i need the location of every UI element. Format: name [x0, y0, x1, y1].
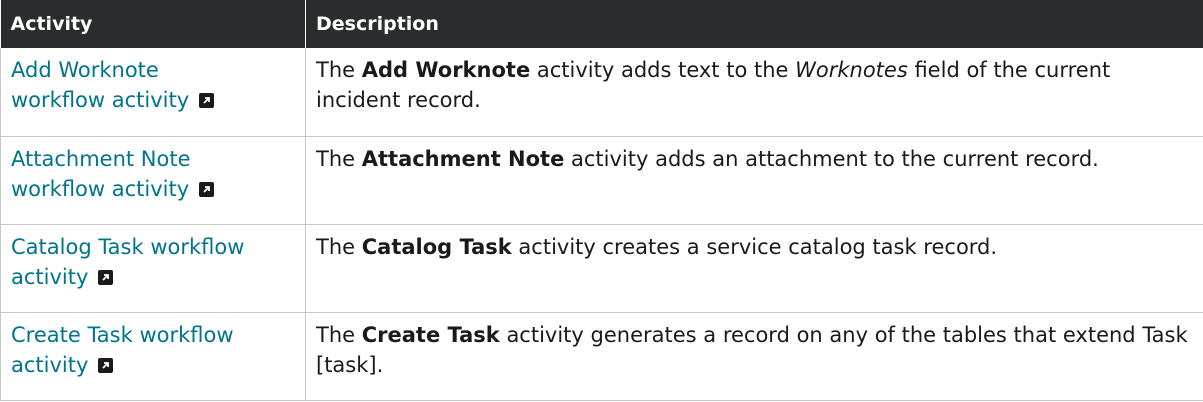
description-text: activity creates a service catalog task … [511, 234, 998, 259]
external-link-icon [199, 181, 215, 197]
description-text: activity adds an attachment to the curre… [564, 146, 1099, 171]
description-text: activity adds text to the [530, 58, 796, 82]
activity-link-line1: Add Worknote [11, 58, 159, 82]
activity-link-line2: activity [11, 264, 89, 289]
add-worknote-link[interactable]: Add Worknote workflow activity [11, 58, 215, 112]
activity-cell: Catalog Task workflow activity [0, 224, 306, 313]
table-body: Add Worknote workflow activity The Add W… [0, 48, 1203, 401]
description-bold: Add Worknote [361, 58, 531, 82]
activity-table: Activity Description Add Worknote workfl… [0, 0, 1203, 401]
description-cell: The Attachment Note activity adds an att… [305, 136, 1203, 225]
header-row: Activity Description [0, 0, 1203, 48]
activity-link-line2: workflow activity [11, 88, 190, 112]
column-header-description: Description [305, 0, 1203, 48]
description-text: The [316, 58, 362, 82]
external-link-icon [199, 93, 215, 108]
description-bold: Attachment Note [361, 146, 565, 171]
table-row: Attachment Note workflow activity The At… [0, 136, 1203, 225]
activity-cell: Attachment Note workflow activity [0, 136, 306, 225]
activity-cell: Add Worknote workflow activity [0, 48, 306, 137]
description-bold: Create Task [361, 322, 500, 347]
description-italic: Worknotes [795, 58, 908, 82]
external-link-icon [98, 269, 114, 285]
table-row: Create Task workflow activity The Create… [0, 312, 1203, 401]
external-link-icon [98, 357, 114, 373]
table-row: Catalog Task workflow activity The Catal… [0, 224, 1203, 313]
column-header-activity: Activity [0, 0, 306, 48]
description-text: The [316, 234, 362, 259]
description-cell: The Create Task activity generates a rec… [305, 312, 1203, 401]
table-row: Add Worknote workflow activity The Add W… [0, 48, 1203, 137]
activity-link-line2: workflow activity [11, 176, 190, 201]
activity-table-container: Activity Description Add Worknote workfl… [0, 0, 1203, 402]
activity-link-line1: Create Task workflow [11, 322, 234, 347]
activity-link-line1: Catalog Task workflow [11, 234, 245, 259]
activity-cell: Create Task workflow activity [0, 312, 306, 401]
description-text: The [316, 322, 362, 347]
description-cell: The Catalog Task activity creates a serv… [305, 224, 1203, 313]
description-bold: Catalog Task [361, 234, 512, 259]
create-task-link[interactable]: Create Task workflow activity [11, 323, 234, 377]
attachment-note-link[interactable]: Attachment Note workflow activity [11, 146, 215, 201]
activity-link-line2: activity [11, 352, 89, 377]
activity-link-line1: Attachment Note [11, 146, 191, 171]
description-cell: The Add Worknote activity adds text to t… [305, 48, 1203, 137]
catalog-task-link[interactable]: Catalog Task workflow activity [11, 235, 244, 289]
description-text: The [316, 146, 362, 171]
table-header: Activity Description [0, 0, 1203, 48]
